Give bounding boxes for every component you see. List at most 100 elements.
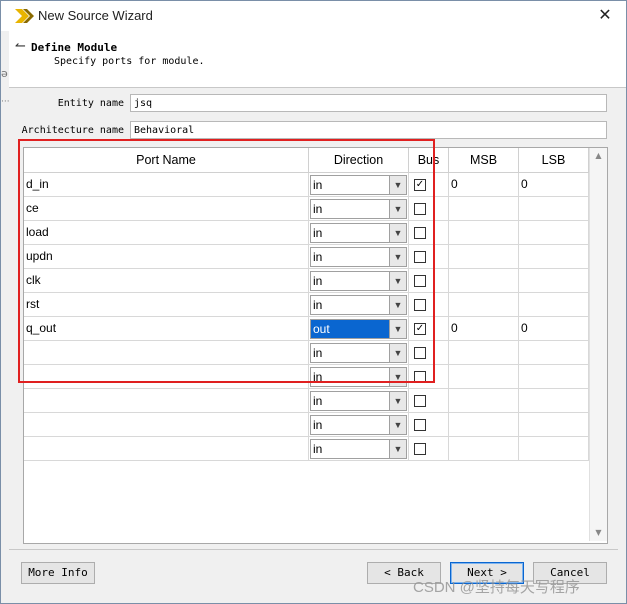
more-info-button[interactable]: More Info — [21, 562, 95, 584]
msb-cell[interactable] — [449, 269, 519, 293]
port-name-cell[interactable]: ce — [24, 197, 309, 221]
close-button[interactable]: ✕ — [593, 5, 617, 27]
bus-cell — [409, 437, 449, 461]
msb-cell[interactable] — [449, 413, 519, 437]
chevron-down-icon[interactable]: ▼ — [389, 272, 406, 290]
title-bar: New Source Wizard ✕ — [1, 1, 626, 31]
msb-cell[interactable] — [449, 437, 519, 461]
direction-select[interactable]: in ▼ — [310, 439, 407, 459]
direction-value: in — [313, 250, 323, 264]
bus-checkbox[interactable] — [414, 395, 426, 407]
direction-select[interactable]: in ▼ — [310, 199, 407, 219]
msb-cell[interactable] — [449, 221, 519, 245]
port-name-cell[interactable] — [24, 365, 309, 389]
direction-select[interactable]: in ▼ — [310, 223, 407, 243]
chevron-down-icon[interactable]: ▼ — [389, 224, 406, 242]
port-name-cell[interactable] — [24, 413, 309, 437]
msb-cell[interactable]: 0 — [449, 317, 519, 341]
bus-checkbox[interactable] — [414, 275, 426, 287]
bus-checkbox[interactable] — [414, 227, 426, 239]
msb-cell[interactable] — [449, 245, 519, 269]
lsb-cell[interactable] — [519, 389, 589, 413]
port-name-cell[interactable]: rst — [24, 293, 309, 317]
column-header-direction[interactable]: Direction — [309, 148, 409, 173]
lsb-cell[interactable]: 0 — [519, 317, 589, 341]
msb-cell[interactable] — [449, 197, 519, 221]
column-header-port-name[interactable]: Port Name — [24, 148, 309, 173]
lsb-cell[interactable] — [519, 365, 589, 389]
lsb-cell[interactable] — [519, 245, 589, 269]
chevron-down-icon[interactable]: ▼ — [389, 416, 406, 434]
bus-checkbox[interactable]: ✓ — [414, 323, 426, 335]
chevron-down-icon[interactable]: ▼ — [389, 248, 406, 266]
window-title: New Source Wizard — [38, 8, 153, 23]
lsb-cell[interactable]: 0 — [519, 173, 589, 197]
column-header-bus[interactable]: Bus — [409, 148, 449, 173]
bus-cell — [409, 197, 449, 221]
chevron-down-icon[interactable]: ▼ — [389, 200, 406, 218]
msb-cell[interactable] — [449, 293, 519, 317]
page-title: Define Module — [31, 41, 118, 54]
direction-value: in — [313, 274, 323, 288]
direction-select[interactable]: in ▼ — [310, 343, 407, 363]
port-name-cell[interactable]: q_out — [24, 317, 309, 341]
port-name-cell[interactable]: load — [24, 221, 309, 245]
direction-select[interactable]: out ▼ — [310, 319, 407, 339]
chevron-down-icon[interactable]: ▼ — [389, 368, 406, 386]
port-name-cell[interactable] — [24, 389, 309, 413]
entity-name-field[interactable]: jsq — [130, 94, 607, 112]
architecture-name-field[interactable]: Behavioral — [130, 121, 607, 139]
direction-value: in — [313, 418, 323, 432]
page-subtitle: Specify ports for module. — [54, 56, 205, 67]
chevron-down-icon[interactable]: ▼ — [389, 392, 406, 410]
port-name-cell[interactable] — [24, 341, 309, 365]
direction-select[interactable]: in ▼ — [310, 415, 407, 435]
direction-cell: in ▼ — [309, 437, 409, 461]
direction-select[interactable]: in ▼ — [310, 295, 407, 315]
msb-cell[interactable] — [449, 341, 519, 365]
lsb-cell[interactable] — [519, 437, 589, 461]
back-arrow-icon[interactable]: ↼ — [15, 39, 26, 54]
bus-checkbox[interactable] — [414, 203, 426, 215]
chevron-down-icon[interactable]: ▼ — [389, 320, 406, 338]
lsb-cell[interactable] — [519, 341, 589, 365]
vertical-scrollbar[interactable]: ▲ ▼ — [589, 148, 607, 541]
scroll-up-icon[interactable]: ▲ — [590, 148, 607, 164]
column-header-msb[interactable]: MSB — [449, 148, 519, 173]
chevron-down-icon[interactable]: ▼ — [389, 344, 406, 362]
scroll-down-icon[interactable]: ▼ — [590, 525, 607, 541]
port-name-cell[interactable]: d_in — [24, 173, 309, 197]
lsb-cell[interactable] — [519, 197, 589, 221]
bus-checkbox[interactable] — [414, 347, 426, 359]
bus-checkbox[interactable] — [414, 299, 426, 311]
side-strip: ǝ ··· — [1, 31, 10, 107]
xilinx-logo-icon — [15, 9, 34, 23]
lsb-cell[interactable] — [519, 221, 589, 245]
port-name-cell[interactable]: updn — [24, 245, 309, 269]
lsb-cell[interactable] — [519, 269, 589, 293]
column-header-lsb[interactable]: LSB — [519, 148, 589, 173]
chevron-down-icon[interactable]: ▼ — [389, 296, 406, 314]
chevron-down-icon[interactable]: ▼ — [389, 176, 406, 194]
port-name-cell[interactable] — [24, 437, 309, 461]
port-name-cell[interactable]: clk — [24, 269, 309, 293]
bus-cell — [409, 293, 449, 317]
lsb-cell[interactable] — [519, 413, 589, 437]
bus-checkbox[interactable] — [414, 371, 426, 383]
direction-select[interactable]: in ▼ — [310, 247, 407, 267]
direction-select[interactable]: in ▼ — [310, 391, 407, 411]
lsb-cell[interactable] — [519, 293, 589, 317]
bus-cell — [409, 413, 449, 437]
direction-select[interactable]: in ▼ — [310, 367, 407, 387]
msb-cell[interactable] — [449, 365, 519, 389]
bus-checkbox[interactable] — [414, 251, 426, 263]
bus-checkbox[interactable] — [414, 419, 426, 431]
msb-cell[interactable]: 0 — [449, 173, 519, 197]
direction-select[interactable]: in ▼ — [310, 271, 407, 291]
msb-cell[interactable] — [449, 389, 519, 413]
direction-select[interactable]: in ▼ — [310, 175, 407, 195]
direction-cell: in ▼ — [309, 413, 409, 437]
bus-checkbox[interactable]: ✓ — [414, 179, 426, 191]
bus-checkbox[interactable] — [414, 443, 426, 455]
chevron-down-icon[interactable]: ▼ — [389, 440, 406, 458]
